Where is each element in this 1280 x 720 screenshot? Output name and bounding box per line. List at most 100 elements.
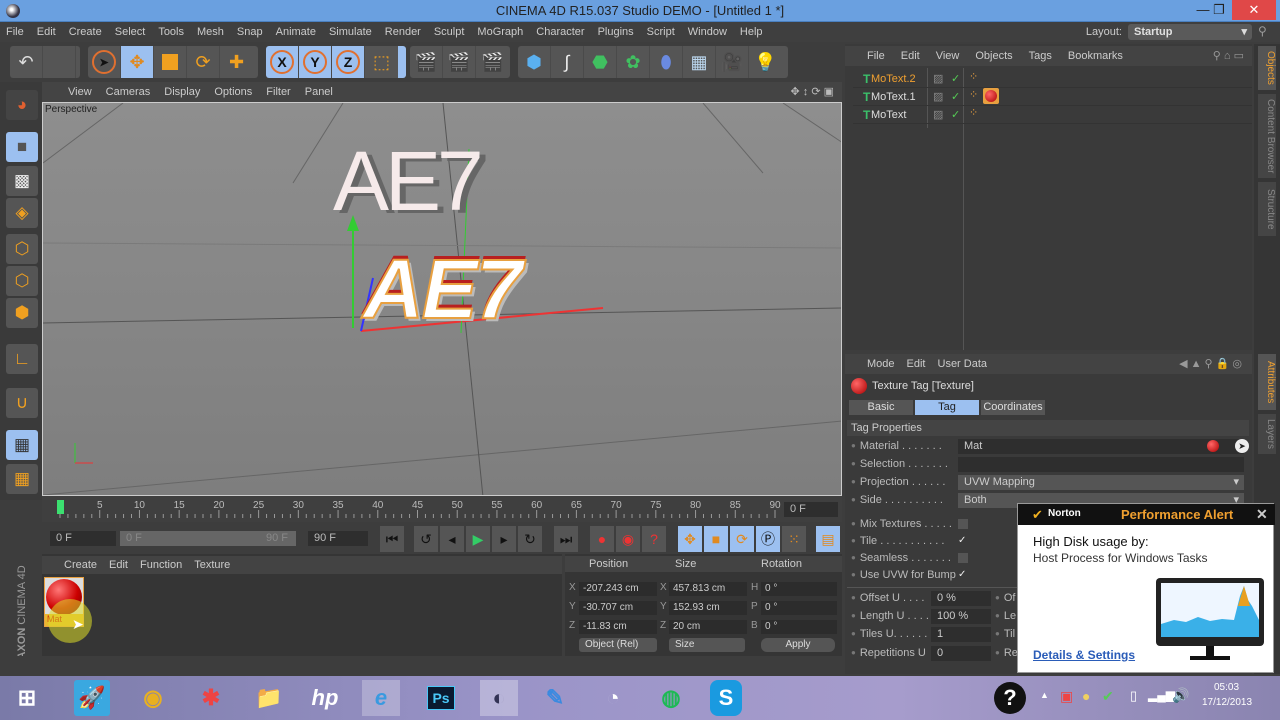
tab-coordinates[interactable]: Coordinates	[981, 400, 1045, 415]
size-y-field[interactable]: 152.93 cm	[669, 601, 747, 615]
taskbar-internet-explorer[interactable]: e	[362, 680, 400, 716]
taskbar-editor-app[interactable]: ✎	[536, 680, 574, 716]
viewport-menu-cameras[interactable]: Cameras	[99, 82, 158, 102]
objects-menu-tags[interactable]: Tags	[1021, 46, 1060, 66]
taskbar-webcam-app[interactable]: ◉	[134, 680, 172, 716]
model-mode-button[interactable]: ■	[6, 132, 38, 162]
object-row-motext-2[interactable]: T MoText.2 ▨ ✓ ⁘	[853, 70, 1252, 88]
motext-1-object[interactable]: AE7	[362, 241, 523, 338]
position-key-button[interactable]: ✥	[678, 526, 702, 552]
menu-sculpt[interactable]: Sculpt	[428, 22, 472, 42]
rotate-tool-button[interactable]: ⟳	[187, 46, 220, 78]
object-row-motext-1[interactable]: T MoText.1 ▨ ✓ ⁘	[853, 88, 1252, 106]
tray-orb-icon[interactable]: ●	[1082, 688, 1090, 704]
go-to-start-button[interactable]: ⏮	[380, 526, 404, 552]
size-mode-dropdown[interactable]: Size	[669, 638, 745, 652]
visibility-check-icon[interactable]: ✓	[951, 72, 960, 85]
norton-details-link[interactable]: Details & Settings	[1033, 648, 1135, 662]
camera-button[interactable]: 🎥	[716, 46, 749, 78]
tray-app-icon[interactable]: ▣	[1060, 688, 1073, 705]
layer-icon[interactable]: ▨	[933, 72, 943, 85]
menu-window[interactable]: Window	[682, 22, 734, 42]
taskbar-file-explorer[interactable]: 📁	[250, 680, 288, 716]
close-button[interactable]: ✕	[1232, 0, 1276, 20]
mograph-tag-icon[interactable]: ⁘	[969, 88, 978, 101]
perspective-viewport[interactable]: Perspective AE7 AE7	[42, 102, 842, 496]
norton-close-button[interactable]: ✕	[1256, 506, 1268, 523]
parameter-key-button[interactable]: Ⓟ	[756, 526, 780, 552]
mograph-cloner-button[interactable]: ✿	[617, 46, 650, 78]
menu-plugins[interactable]: Plugins	[592, 22, 641, 42]
menu-tools[interactable]: Tools	[152, 22, 191, 42]
points-mode-button[interactable]: ⬡	[6, 234, 38, 264]
position-z-field[interactable]: -11.83 cm	[579, 620, 657, 634]
frame-range-slider[interactable]: 0 F 90 F	[120, 531, 296, 546]
autokey-button[interactable]: ◉	[616, 526, 640, 552]
render-view-button[interactable]: 🎬	[410, 46, 443, 78]
tab-tag[interactable]: Tag	[915, 400, 979, 415]
tab-content-browser[interactable]: Content Browser	[1258, 94, 1276, 178]
motext-2-object[interactable]: AE7	[333, 133, 484, 230]
projection-dropdown[interactable]: UVW Mapping	[958, 475, 1244, 490]
objects-menu-file[interactable]: File	[845, 46, 893, 66]
tab-layers[interactable]: Layers	[1258, 414, 1276, 454]
viewport-menu-filter[interactable]: Filter	[259, 82, 297, 102]
attributes-menu-user-data[interactable]: User Data	[932, 354, 994, 374]
objects-menu-objects[interactable]: Objects	[967, 46, 1020, 66]
network-signal-icon[interactable]: ▂▄▆	[1148, 688, 1175, 702]
taskbar-cinema4d[interactable]: ◐	[480, 680, 518, 716]
timeline-ruler[interactable]: 051015202530354045505560657075808590 0 F	[42, 496, 842, 522]
menu-create[interactable]: Create	[63, 22, 109, 42]
length-u-field[interactable]: 100 %	[931, 609, 991, 624]
menu-render[interactable]: Render	[379, 22, 428, 42]
tile-checkbox[interactable]: ✓	[958, 536, 968, 546]
taskbar-spotify[interactable]: ◍	[652, 680, 690, 716]
menu-edit[interactable]: Edit	[31, 22, 63, 42]
menu-help[interactable]: Help	[734, 22, 770, 42]
menu-snap[interactable]: Snap	[231, 22, 270, 42]
objects-menu-view[interactable]: View	[928, 46, 968, 66]
selection-field[interactable]	[958, 457, 1244, 472]
subdivision-button[interactable]: ⬣	[584, 46, 617, 78]
move-tool-button[interactable]: ✥	[121, 46, 154, 78]
object-name[interactable]: MoText.1	[871, 91, 916, 103]
undo-button[interactable]: ↶	[10, 46, 43, 78]
live-selection-button[interactable]: ✚	[220, 46, 253, 78]
offset-u-field[interactable]: 0 %	[931, 591, 991, 606]
menu-character[interactable]: Character	[530, 22, 591, 42]
polygons-mode-button[interactable]: ⬢	[6, 298, 38, 328]
edges-mode-button[interactable]: ⬡	[6, 266, 38, 296]
object-name[interactable]: MoText.2	[871, 73, 916, 85]
floor-button[interactable]: ▦	[683, 46, 716, 78]
play-button[interactable]: ▶	[466, 526, 490, 552]
tab-structure[interactable]: Structure	[1258, 182, 1276, 236]
menu-simulate[interactable]: Simulate	[323, 22, 379, 42]
workplane-mode-button[interactable]: ◈	[6, 198, 38, 228]
taskbar-games-app[interactable]: ✱	[192, 680, 230, 716]
size-z-field[interactable]: 20 cm	[669, 620, 747, 634]
texture-tag-icon[interactable]	[983, 88, 999, 104]
object-manager-search-icons[interactable]: ⚲ ⌂ ▭	[1213, 49, 1244, 62]
current-frame-field[interactable]: 0 F	[784, 502, 838, 517]
menu-animate[interactable]: Animate	[270, 22, 323, 42]
material-field[interactable]: Mat	[958, 439, 1244, 454]
start-button[interactable]: ⊞	[8, 680, 46, 716]
deformer-button[interactable]: ⬮	[650, 46, 683, 78]
coordinate-mode-dropdown[interactable]: Object (Rel)	[579, 638, 657, 652]
playhead[interactable]	[57, 500, 64, 514]
size-x-field[interactable]: 457.813 cm	[669, 582, 747, 596]
rotation-key-button[interactable]: ⟳	[730, 526, 754, 552]
layer-icon[interactable]: ▨	[933, 108, 943, 121]
battery-icon[interactable]: ▯	[1130, 688, 1137, 704]
visibility-check-icon[interactable]: ✓	[951, 108, 960, 121]
restore-button[interactable]: ❐	[1204, 0, 1234, 20]
menu-mograph[interactable]: MoGraph	[471, 22, 530, 42]
tab-basic[interactable]: Basic	[849, 400, 913, 415]
objects-menu-bookmarks[interactable]: Bookmarks	[1060, 46, 1131, 66]
next-key-button[interactable]: ↻	[518, 526, 542, 552]
show-hidden-icons-button[interactable]: ▲	[1040, 690, 1049, 700]
spline-button[interactable]: ∫	[551, 46, 584, 78]
redo-button[interactable]	[43, 46, 76, 78]
scale-key-button[interactable]: ■	[704, 526, 728, 552]
position-y-field[interactable]: -30.707 cm	[579, 601, 657, 615]
